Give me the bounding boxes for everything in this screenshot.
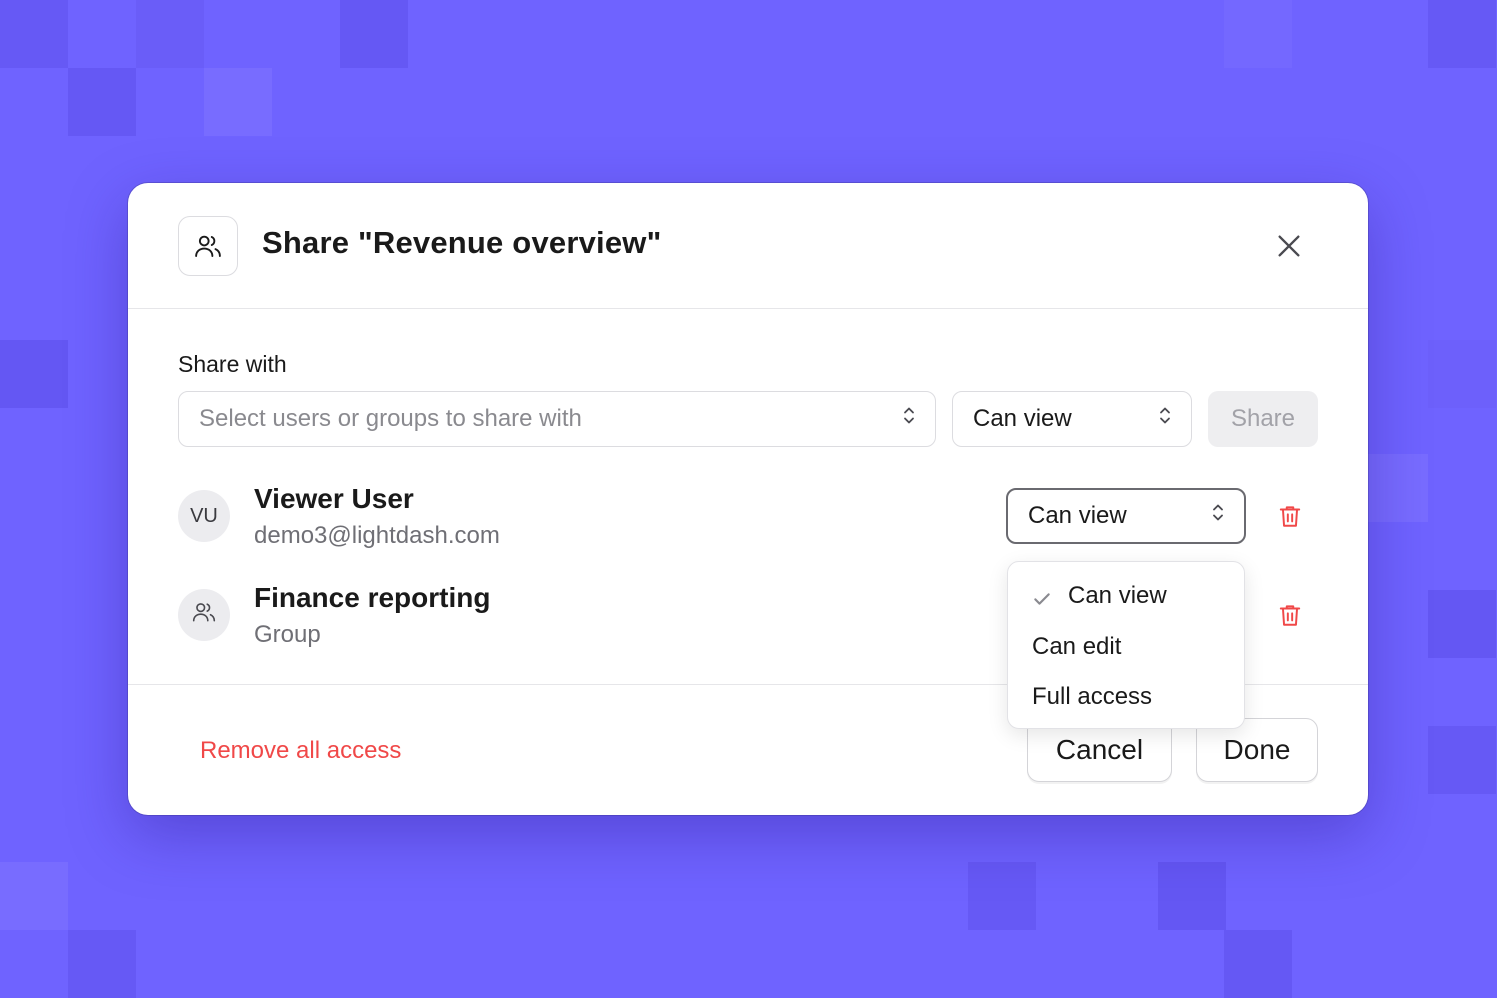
user-group-select[interactable]: Select users or groups to share with bbox=[178, 391, 936, 447]
background-tile bbox=[968, 862, 1036, 930]
background-tile bbox=[1224, 0, 1292, 68]
access-row-email: demo3@lightdash.com bbox=[254, 522, 500, 549]
dropdown-option-full-access[interactable]: Full access bbox=[1032, 683, 1152, 711]
row-permission-value: Can view bbox=[1028, 502, 1127, 529]
background-tile bbox=[0, 0, 68, 68]
group-avatar bbox=[178, 589, 230, 641]
check-icon bbox=[1032, 589, 1052, 614]
share-with-label: Share with bbox=[178, 351, 287, 377]
background-tile bbox=[1428, 590, 1496, 658]
background-tile bbox=[1360, 454, 1428, 522]
background-tile bbox=[340, 0, 408, 68]
dropdown-option-can-edit[interactable]: Can edit bbox=[1032, 633, 1121, 661]
avatar: VU bbox=[178, 490, 230, 542]
trash-icon[interactable] bbox=[1275, 501, 1305, 531]
dialog-header: Share "Revenue overview" bbox=[128, 183, 1368, 309]
remove-all-access-link[interactable]: Remove all access bbox=[200, 737, 401, 765]
permission-dropdown-menu: Can view Can edit Full access bbox=[1007, 561, 1245, 729]
user-group-select-placeholder: Select users or groups to share with bbox=[199, 405, 582, 432]
users-icon bbox=[191, 599, 217, 631]
share-button[interactable]: Share bbox=[1208, 391, 1318, 447]
background-tile bbox=[136, 0, 204, 68]
dialog-title: Share "Revenue overview" bbox=[262, 225, 662, 260]
background-tile bbox=[68, 68, 136, 136]
dropdown-option-can-view[interactable]: Can view bbox=[1068, 582, 1167, 610]
background-tile bbox=[0, 340, 68, 408]
row-permission-select[interactable]: Can view bbox=[1006, 488, 1246, 544]
chevron-up-down-icon bbox=[1157, 405, 1173, 434]
access-row-name: Finance reporting bbox=[254, 582, 491, 613]
permission-select[interactable]: Can view bbox=[952, 391, 1192, 447]
chevron-up-down-icon bbox=[901, 405, 917, 434]
background-tile bbox=[1428, 340, 1496, 408]
trash-icon[interactable] bbox=[1275, 600, 1305, 630]
background-tile bbox=[1224, 930, 1292, 998]
background-tile bbox=[204, 68, 272, 136]
background-tile bbox=[68, 930, 136, 998]
background-tile bbox=[1428, 0, 1496, 68]
background-tile bbox=[1158, 862, 1226, 930]
permission-select-value: Can view bbox=[973, 405, 1072, 432]
chevron-up-down-icon bbox=[1210, 502, 1226, 531]
close-icon[interactable] bbox=[1271, 228, 1307, 264]
background-tile bbox=[0, 862, 68, 930]
access-row-type: Group bbox=[254, 621, 321, 648]
share-dialog: Share "Revenue overview" Share with Sele… bbox=[128, 183, 1368, 815]
background-tile bbox=[1428, 726, 1496, 794]
access-row-name: Viewer User bbox=[254, 483, 414, 514]
users-icon bbox=[178, 216, 238, 276]
